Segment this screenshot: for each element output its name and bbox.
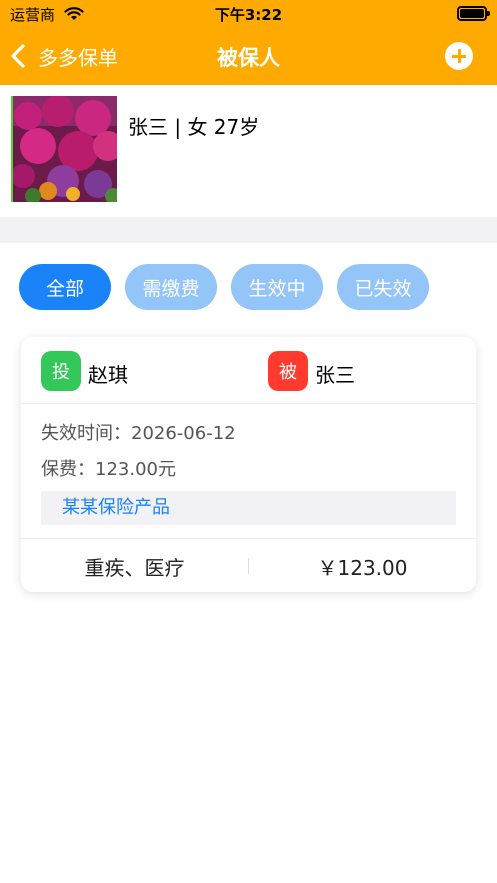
policy-footer: 重疾、医疗 ￥123.00	[21, 538, 476, 592]
status-bar: 运营商 下午3:22	[0, 0, 497, 28]
policy-parties: 投 赵琪 被 张三	[21, 337, 476, 404]
header: 运营商 下午3:22 多多保单 被保人	[0, 0, 497, 85]
insured-badge: 被	[268, 351, 308, 391]
tab-payment-due[interactable]: 需缴费	[125, 264, 217, 310]
status-time: 下午3:22	[214, 6, 283, 24]
tab-active[interactable]: 生效中	[231, 264, 323, 310]
tab-expired[interactable]: 已失效	[337, 264, 429, 310]
expire-date: 失效时间：2026-06-12	[41, 423, 236, 444]
tab-all[interactable]: 全部	[19, 264, 111, 310]
filter-tabs: 全部 需缴费 生效中 已失效	[19, 264, 443, 310]
page-title: 被保人	[217, 46, 280, 70]
coverage-type: 重疾、医疗	[84, 555, 185, 580]
holder-badge: 投	[41, 351, 81, 391]
profile-name: 张三 | 女 27岁	[128, 115, 260, 139]
battery-icon	[457, 6, 490, 21]
profile-card[interactable]: 张三 | 女 27岁	[0, 85, 497, 217]
product-link[interactable]: 某某保险产品	[41, 491, 456, 525]
premium: 保费：123.00元	[41, 459, 176, 480]
plus-circle-icon[interactable]	[445, 42, 473, 70]
nav-bar: 多多保单 被保人	[0, 28, 497, 85]
avatar	[11, 96, 117, 202]
insured-name: 张三	[315, 363, 355, 387]
holder-name: 赵琪	[88, 363, 128, 387]
section-divider	[0, 217, 497, 243]
policy-amount: ￥123.00	[317, 555, 408, 580]
policy-card[interactable]: 投 赵琪 被 张三 失效时间：2026-06-12 保费：123.00元 某某保…	[21, 337, 476, 592]
